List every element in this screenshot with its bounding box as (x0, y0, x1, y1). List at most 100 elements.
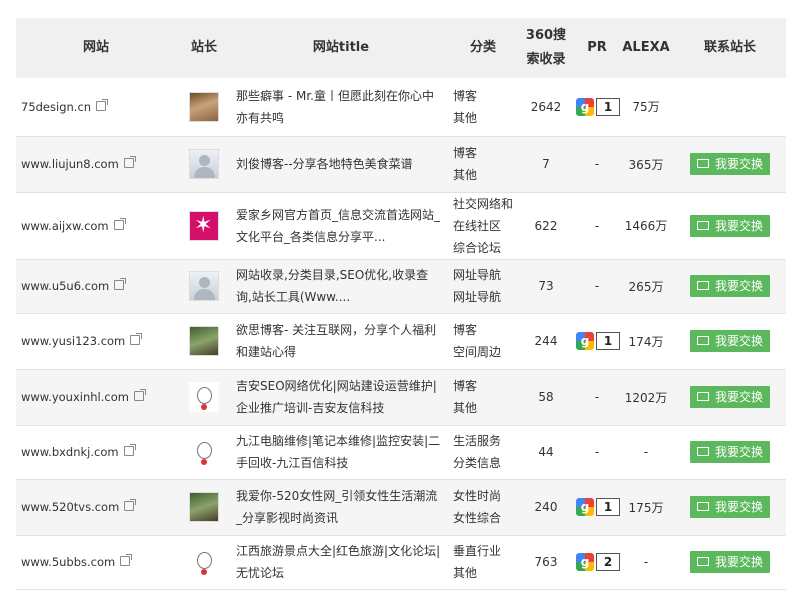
header-owner: 站长 (176, 18, 232, 78)
exchange-button[interactable]: 我要交换 (689, 153, 770, 175)
site-link[interactable]: www.liujun8.com (21, 157, 119, 171)
alexa-rank: - (618, 425, 674, 480)
default-avatar-icon[interactable] (189, 149, 219, 179)
exchange-button-label: 我要交换 (714, 157, 763, 171)
external-link-icon[interactable] (96, 98, 109, 111)
alexa-rank: - (618, 535, 674, 590)
header-title: 网站title (232, 18, 450, 78)
cartoon-avatar[interactable] (189, 437, 219, 467)
site-link[interactable]: www.yusi123.com (21, 334, 125, 348)
site-category: 女性时尚 女性综合 (450, 479, 516, 536)
site-title[interactable]: 我爱你-520女性网_引领女性生活潮流_分享影视时尚资讯 (232, 479, 450, 536)
indexed-count: 73 (516, 259, 576, 314)
pr-value: - (594, 218, 600, 233)
site-category: 网址导航 网址导航 (450, 259, 516, 314)
table-row: www.5ubbs.com 江西旅游景点大全|红色旅游|文化论坛|无忧论坛 垂直… (16, 535, 786, 590)
indexed-count: 2642 (516, 78, 576, 137)
site-title[interactable]: 吉安SEO网络优化|网站建设运营维护|企业推广培训-吉安友信科技 (232, 369, 450, 426)
exchange-button-label: 我要交换 (714, 500, 763, 514)
owner-avatar[interactable] (189, 91, 219, 122)
google-pr-icon: g (576, 332, 594, 350)
site-link[interactable]: www.5ubbs.com (21, 555, 115, 569)
exchange-button[interactable]: 我要交换 (689, 496, 770, 518)
table-row: www.youxinhl.com 吉安SEO网络优化|网站建设运营维护|企业推广… (16, 369, 786, 426)
external-link-icon[interactable] (130, 333, 143, 345)
external-link-icon[interactable] (114, 278, 127, 290)
mail-icon (696, 336, 709, 345)
alexa-rank: 174万 (618, 313, 674, 370)
site-title[interactable]: 那些癖事 - Mr.童丨但愿此刻在你心中亦有共鸣 (232, 78, 450, 137)
external-link-icon[interactable] (124, 499, 137, 511)
mail-icon (696, 281, 709, 290)
pr-badge: g2 (576, 553, 620, 571)
site-category: 生活服务 分类信息 (450, 425, 516, 480)
external-link-icon[interactable] (123, 444, 136, 456)
site-link[interactable]: www.bxdnkj.com (21, 445, 119, 459)
exchange-button-label: 我要交换 (714, 334, 763, 348)
site-title[interactable]: 江西旅游景点大全|红色旅游|文化论坛|无忧论坛 (232, 535, 450, 590)
external-link-icon[interactable] (123, 156, 136, 168)
external-link-icon[interactable] (133, 389, 146, 401)
table-row: www.bxdnkj.com 九江电脑维修|笔记本维修|监控安装|二手回收-九江… (16, 425, 786, 480)
alexa-rank: 365万 (618, 136, 674, 193)
site-link[interactable]: www.u5u6.com (21, 279, 109, 293)
pr-value: 1 (596, 97, 620, 116)
alexa-rank: 175万 (618, 479, 674, 536)
google-pr-icon: g (576, 498, 594, 516)
site-category: 社交网络和 在线社区 综合论坛 (450, 192, 516, 260)
exchange-button[interactable]: 我要交换 (689, 330, 770, 352)
exchange-button-label: 我要交换 (714, 555, 763, 569)
table-row: 75design.cn 那些癖事 - Mr.童丨但愿此刻在你心中亦有共鸣 博客 … (16, 78, 786, 137)
exchange-button[interactable]: 我要交换 (689, 551, 770, 573)
pr-value: - (594, 157, 600, 171)
exchange-button-label: 我要交换 (714, 390, 763, 404)
site-title[interactable]: 爱家乡网官方首页_信息交流首选网站_文化平台_各类信息分享平... (232, 192, 450, 260)
table-row: www.u5u6.com 网站收录,分类目录,SEO优化,收录查询,站长工具(W… (16, 259, 786, 314)
owner-avatar[interactable] (189, 492, 219, 522)
table-row: www.aijxw.com 爱家乡网官方首页_信息交流首选网站_文化平台_各类信… (16, 192, 786, 260)
external-link-icon[interactable] (120, 554, 133, 566)
indexed-count: 763 (516, 535, 576, 590)
pr-value: - (594, 279, 600, 293)
site-category: 垂直行业 其他 (450, 535, 516, 590)
pr-value: - (594, 445, 600, 459)
site-title[interactable]: 九江电脑维修|笔记本维修|监控安装|二手回收-九江百信科技 (232, 425, 450, 480)
exchange-button[interactable]: 我要交换 (689, 275, 770, 297)
alexa-rank: 265万 (618, 259, 674, 314)
exchange-button[interactable]: 我要交换 (689, 386, 770, 408)
header-category: 分类 (450, 18, 516, 78)
indexed-count: 58 (516, 369, 576, 426)
site-link[interactable]: www.aijxw.com (21, 219, 109, 233)
cartoon-avatar[interactable] (189, 382, 219, 412)
header-alexa: ALEXA (618, 18, 674, 78)
table-header: 网站 站长 网站title 分类 360搜 索收录 PR ALEXA 联系站长 (16, 18, 786, 78)
site-category: 博客 其他 (450, 78, 516, 137)
exchange-button[interactable]: 我要交换 (689, 214, 770, 237)
site-title[interactable]: 网站收录,分类目录,SEO优化,收录查询,站长工具(Www.... (232, 259, 450, 314)
owner-avatar[interactable] (189, 326, 219, 356)
alexa-rank: 75万 (618, 78, 674, 137)
header-contact: 联系站长 (674, 18, 786, 78)
default-avatar-icon[interactable] (189, 271, 219, 301)
external-link-icon[interactable] (113, 217, 126, 230)
site-title[interactable]: 刘俊博客--分享各地特色美食菜谱 (232, 136, 450, 193)
table-row: www.liujun8.com 刘俊博客--分享各地特色美食菜谱 博客 其他 7… (16, 136, 786, 193)
mail-icon (696, 392, 709, 401)
site-title[interactable]: 欲思博客- 关注互联网，分享个人福利和建站心得 (232, 313, 450, 370)
indexed-count: 44 (516, 425, 576, 480)
site-link[interactable]: www.520tvs.com (21, 500, 119, 514)
exchange-button-label: 我要交换 (714, 279, 763, 293)
cartoon-avatar[interactable] (189, 547, 219, 577)
exchange-button[interactable]: 我要交换 (689, 441, 770, 463)
pr-value: - (594, 390, 600, 404)
site-category: 博客 其他 (450, 136, 516, 193)
table-row: www.yusi123.com 欲思博客- 关注互联网，分享个人福利和建站心得 … (16, 313, 786, 370)
pr-badge: g1 (576, 332, 620, 350)
site-link[interactable]: www.youxinhl.com (21, 390, 129, 404)
pr-badge: g1 (576, 498, 620, 516)
site-link[interactable]: 75design.cn (21, 100, 91, 114)
owner-avatar[interactable] (189, 210, 219, 241)
mail-icon (696, 557, 709, 566)
mail-icon (696, 502, 709, 511)
alexa-rank: 1202万 (618, 369, 674, 426)
